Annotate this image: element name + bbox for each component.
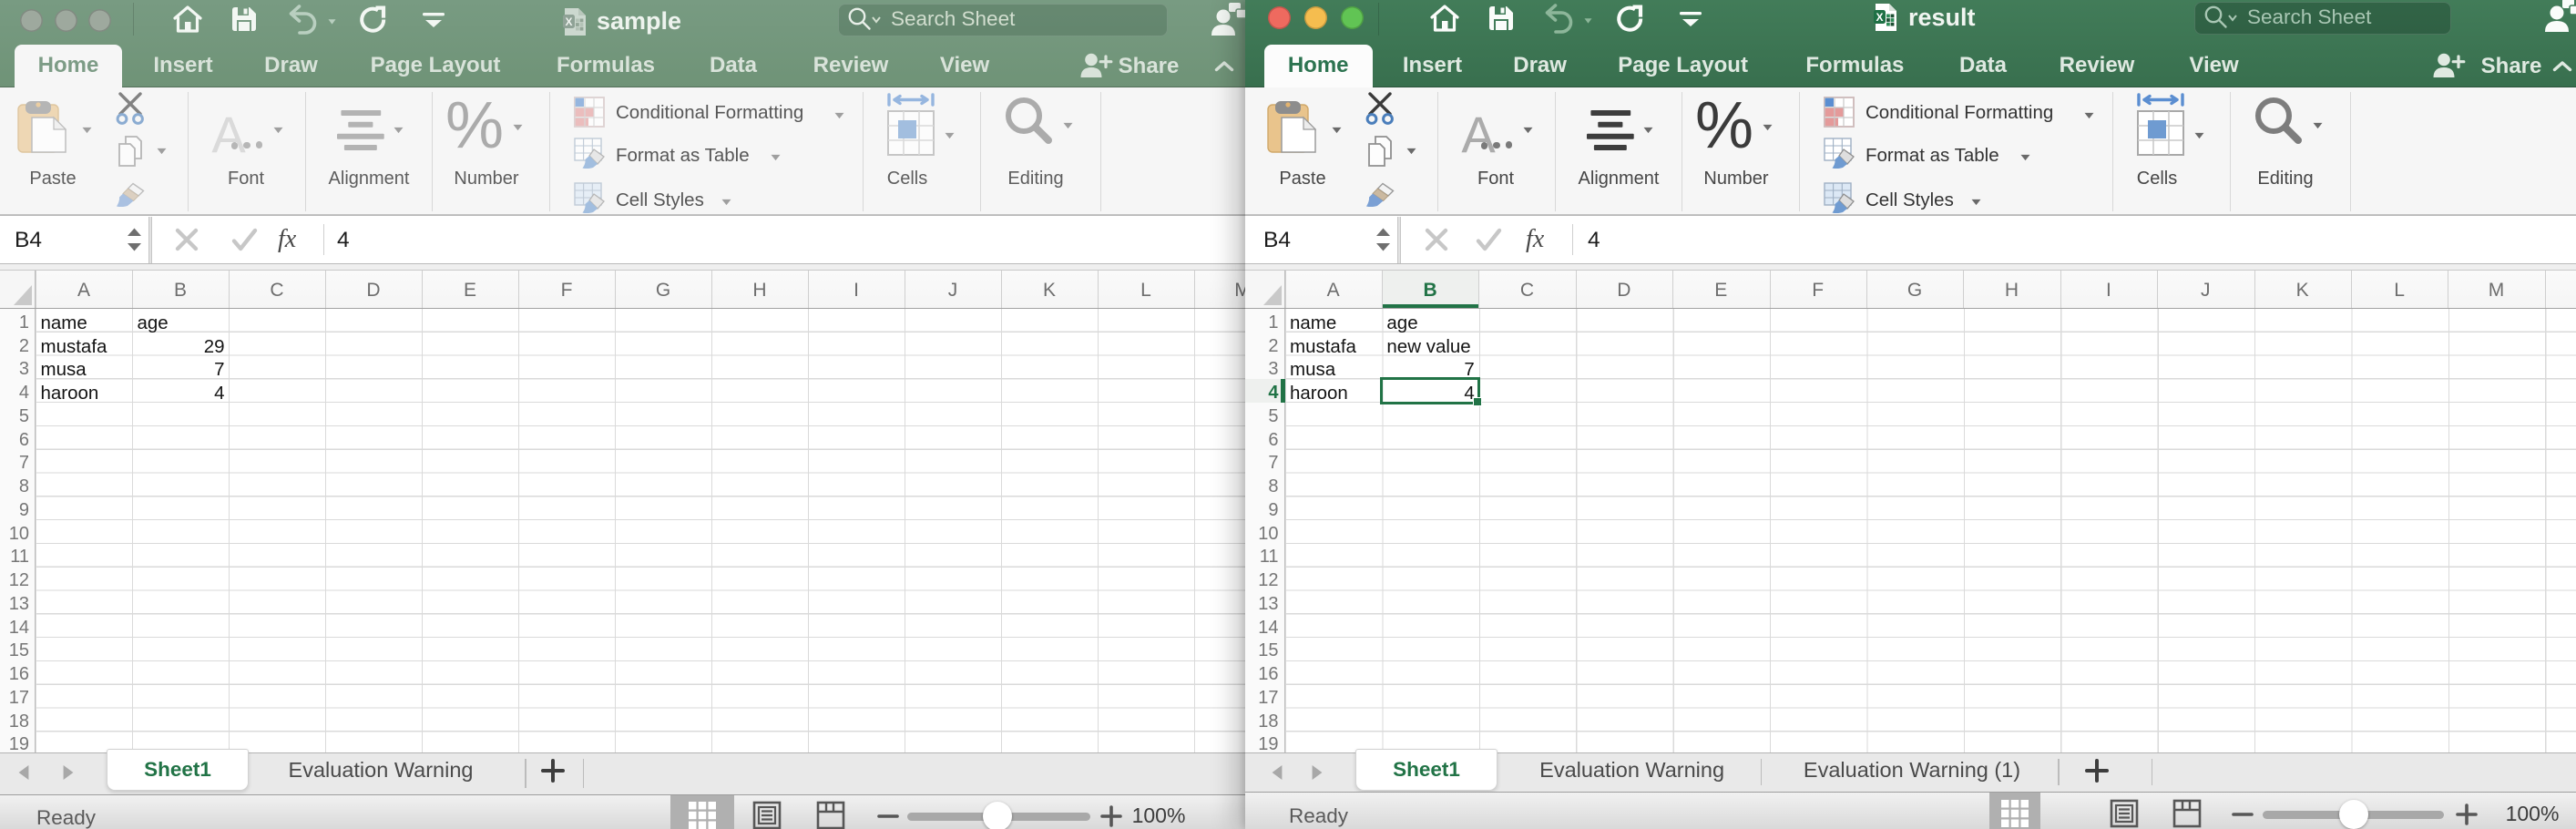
- svg-text:X: X: [1876, 11, 1883, 24]
